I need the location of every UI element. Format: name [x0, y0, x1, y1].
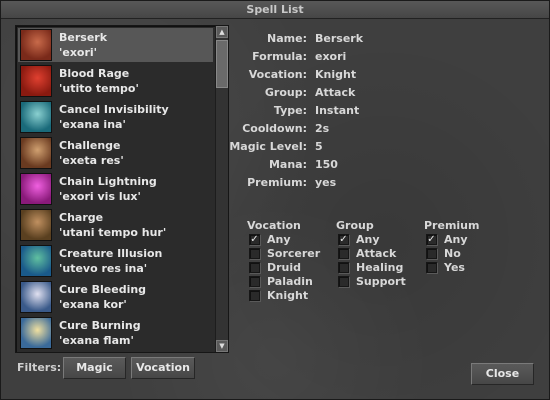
spell-list-item[interactable]: Cancel Invisibility 'exana ina': [18, 100, 213, 134]
spell-list-window: Spell List Berserk 'exori' Blood Rage 'u…: [0, 0, 550, 400]
spell-list-item[interactable]: Berserk 'exori': [18, 28, 213, 62]
chain-lightning-icon: [20, 173, 52, 205]
spell-list-item[interactable]: Charge 'utani tempo hur': [18, 208, 213, 242]
spell-words: 'exori vis lux': [59, 190, 141, 203]
spell-words: 'utito tempo': [59, 82, 139, 95]
blood-rage-face-icon: [20, 65, 52, 97]
filters-label: Filters:: [17, 361, 62, 374]
spell-name: Cancel Invisibility: [59, 103, 169, 116]
window-title: Spell List: [1, 1, 549, 19]
spell-name: Berserk: [59, 31, 108, 44]
spell-words: 'exana kor': [59, 298, 127, 311]
spell-name: Blood Rage: [59, 67, 130, 80]
spell-words: 'utevo res ina': [59, 262, 148, 275]
spell-list-item[interactable]: Cure Burning 'exana flam': [18, 316, 213, 350]
creature-illusion-icon: [20, 245, 52, 277]
cure-bleeding-icon: [20, 281, 52, 313]
checkbox[interactable]: [338, 248, 349, 259]
checkbox[interactable]: [426, 248, 437, 259]
magic-filter-button[interactable]: Magic: [63, 357, 126, 379]
spell-list-item[interactable]: Creature Illusion 'utevo res ina': [18, 244, 213, 278]
spell-words: 'exana ina': [59, 118, 126, 131]
spell-list-item[interactable]: Challenge 'exeta res': [18, 136, 213, 170]
checkbox[interactable]: [249, 262, 260, 273]
checkbox[interactable]: [249, 276, 260, 287]
close-button[interactable]: Close: [471, 363, 534, 385]
spell-name: Cure Bleeding: [59, 283, 147, 296]
spell-name: Cure Burning: [59, 319, 141, 332]
spell-list[interactable]: Berserk 'exori' Blood Rage 'utito tempo'…: [15, 25, 229, 353]
checkbox[interactable]: ✓: [338, 234, 349, 245]
checkbox[interactable]: [249, 248, 260, 259]
group-group-title: Group: [336, 219, 374, 232]
cure-burning-icon: [20, 317, 52, 349]
spell-words: 'exori': [59, 46, 98, 59]
spell-name: Creature Illusion: [59, 247, 163, 260]
challenge-crossed-swords-icon: [20, 137, 52, 169]
spell-words: 'utani tempo hur': [59, 226, 167, 239]
spell-words: 'exana flam': [59, 334, 134, 347]
scroll-down-button[interactable]: ▼: [216, 340, 228, 352]
spell-list-item[interactable]: Blood Rage 'utito tempo': [18, 64, 213, 98]
vocation-filter-button[interactable]: Vocation: [131, 357, 195, 379]
checkbox[interactable]: [338, 262, 349, 273]
spell-words: 'exeta res': [59, 154, 124, 167]
spell-list-item[interactable]: Chain Lightning 'exori vis lux': [18, 172, 213, 206]
spell-list-item[interactable]: Cure Bleeding 'exana kor': [18, 280, 213, 314]
vocation-group-title: Vocation: [247, 219, 301, 232]
spell-name: Chain Lightning: [59, 175, 157, 188]
spell-name: Challenge: [59, 139, 121, 152]
berserker-face-icon: [20, 29, 52, 61]
checkbox[interactable]: ✓: [249, 234, 260, 245]
cancel-invisibility-icon: [20, 101, 52, 133]
spell-name: Charge: [59, 211, 104, 224]
checkbox[interactable]: [338, 276, 349, 287]
premium-group-title: Premium: [424, 219, 480, 232]
checkbox[interactable]: ✓: [426, 234, 437, 245]
checkbox[interactable]: [426, 262, 437, 273]
charge-face-icon: [20, 209, 52, 241]
checkbox[interactable]: [249, 290, 260, 301]
